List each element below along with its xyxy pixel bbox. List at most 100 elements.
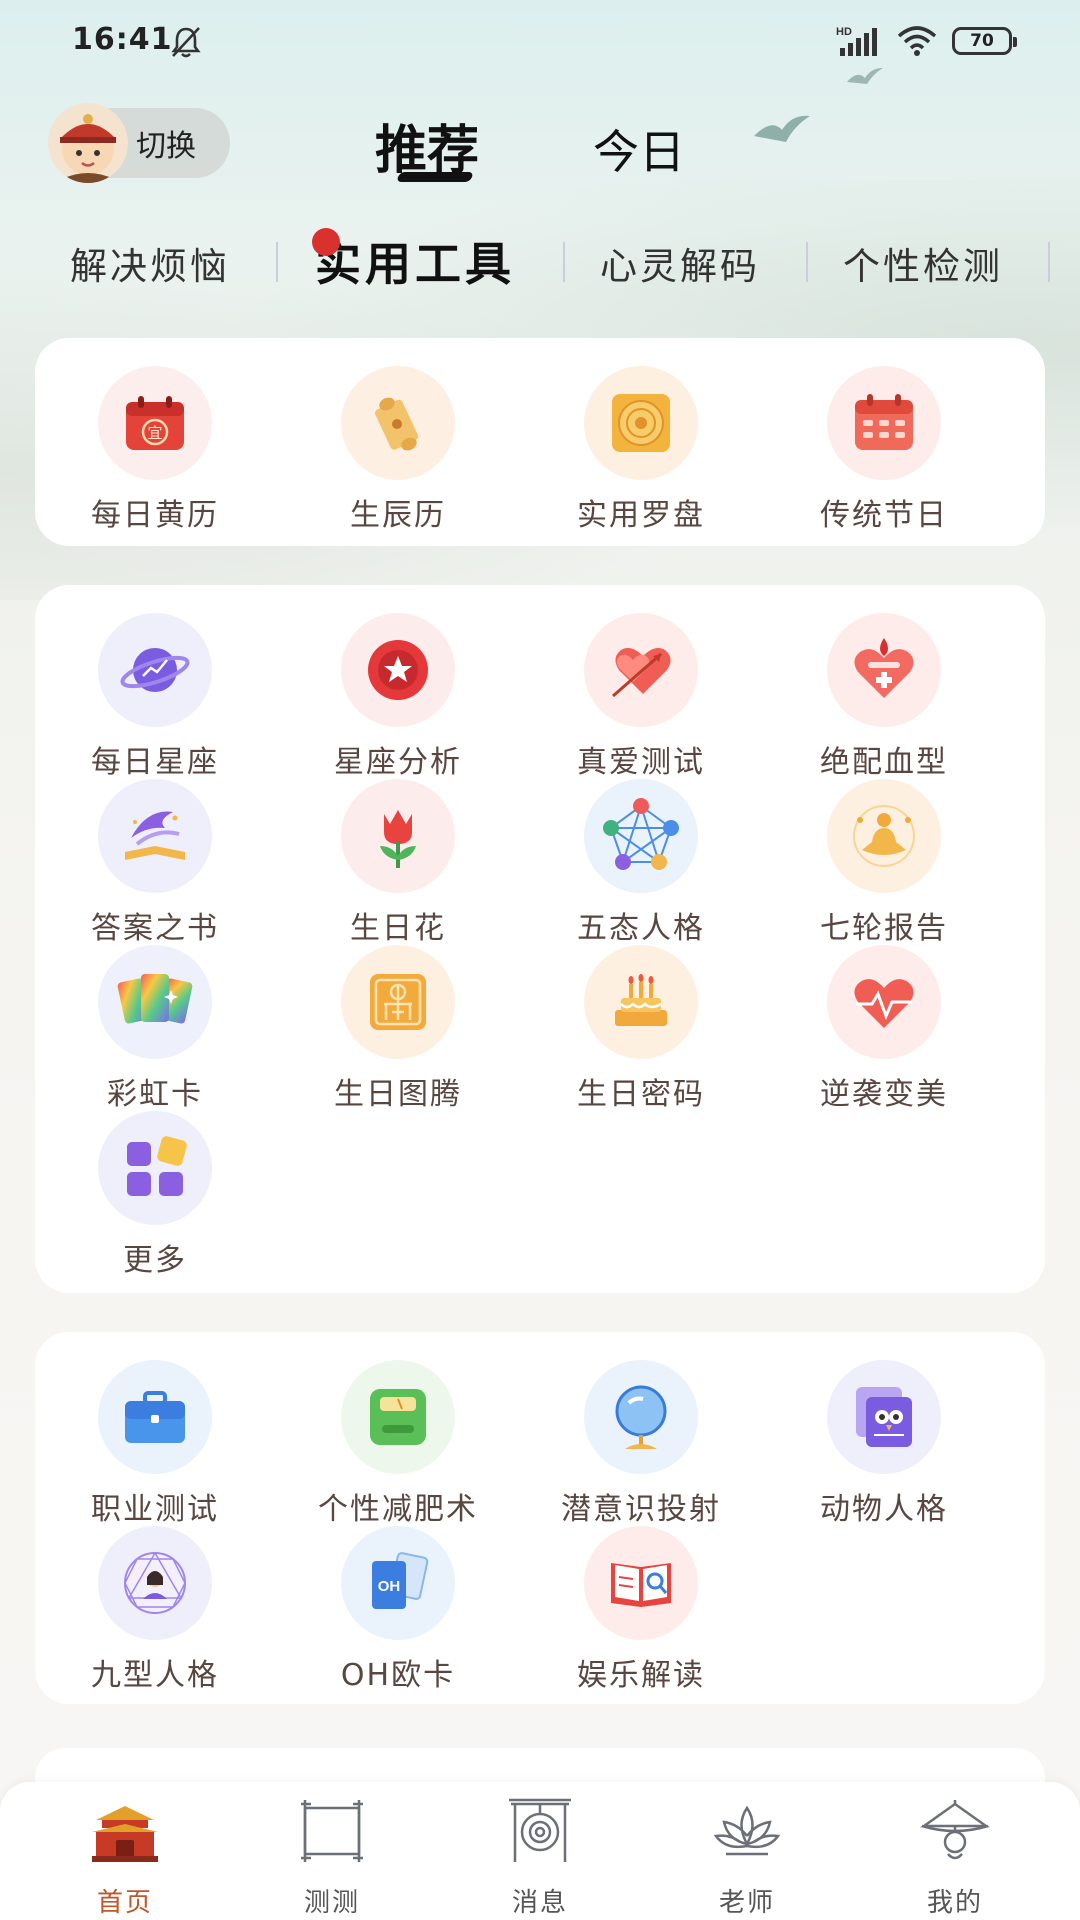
tool-chakra-report[interactable]: 七轮报告 [764, 779, 1004, 946]
tool-label: 彩虹卡 [107, 1077, 203, 1112]
subtab-heart-decode[interactable]: 心灵解码 [600, 236, 760, 290]
mirror-icon [584, 1360, 698, 1474]
tool-more[interactable]: 更多 [35, 1111, 275, 1278]
tool-birth-calendar[interactable]: 生辰历 [278, 366, 518, 533]
owl-icon [827, 1360, 941, 1474]
tool-label: 七轮报告 [820, 911, 948, 946]
tulip-icon [341, 779, 455, 893]
tool-label: 逆袭变美 [820, 1077, 948, 1112]
tool-label: 生辰历 [350, 498, 446, 533]
palace-icon [92, 1806, 158, 1862]
battery-indicator: 70 [952, 27, 1017, 55]
tool-label: 职业测试 [91, 1492, 219, 1527]
tool-birthday-flower[interactable]: 生日花 [278, 779, 518, 946]
tool-label: 每日黄历 [91, 498, 219, 533]
birthday-cake-icon [584, 945, 698, 1059]
totem-icon [341, 945, 455, 1059]
tool-personality-diet[interactable]: 个性减肥术 [278, 1360, 518, 1527]
tool-subconscious-projection[interactable]: 潜意识投射 [521, 1360, 761, 1527]
nav-label: 我的 [926, 1888, 983, 1918]
network-type: HD [836, 26, 852, 38]
tool-five-state-personality[interactable]: 五态人格 [521, 779, 761, 946]
bird-decoration [847, 68, 883, 84]
nav-home[interactable]: 首页 [50, 1796, 200, 1918]
nav-mine[interactable]: 我的 [880, 1796, 1030, 1918]
tool-horoscope-analysis[interactable]: 星座分析 [278, 613, 518, 780]
star-badge-icon [341, 613, 455, 727]
tool-animal-personality[interactable]: 动物人格 [764, 1360, 1004, 1527]
tool-entertainment-reading[interactable]: 娱乐解读 [521, 1526, 761, 1693]
heartbeat-icon [827, 945, 941, 1059]
astrology-tools-card: 每日星座 星座分析 真爱测试 绝配血型 答案之书 生日花 五态人格 七轮报告 彩… [35, 585, 1045, 1293]
svg-text:宜: 宜 [147, 424, 162, 442]
tool-career-test[interactable]: 职业测试 [35, 1360, 275, 1527]
tool-daily-horoscope[interactable]: 每日星座 [35, 613, 275, 780]
meditation-icon [827, 779, 941, 893]
tool-true-love-test[interactable]: 真爱测试 [521, 613, 761, 780]
heart-arrow-icon [584, 613, 698, 727]
nav-teacher[interactable]: 老师 [672, 1796, 822, 1918]
book-search-icon [584, 1526, 698, 1640]
blood-heart-icon [827, 613, 941, 727]
tab-divider [563, 242, 565, 282]
tool-label: 真爱测试 [577, 745, 705, 780]
tool-daily-almanac[interactable]: 宜 每日黄历 [35, 366, 275, 533]
enneagram-icon [98, 1526, 212, 1640]
tool-compass[interactable]: 实用罗盘 [521, 366, 761, 533]
tool-label: 生日密码 [577, 1077, 705, 1112]
planet-icon [98, 613, 212, 727]
tool-glow-up[interactable]: 逆袭变美 [764, 945, 1004, 1112]
tool-enneagram[interactable]: 九型人格 [35, 1526, 275, 1693]
tool-traditional-festival[interactable]: 传统节日 [764, 366, 1004, 533]
scroll-frame-icon [301, 1800, 363, 1862]
tool-book-of-answers[interactable]: 答案之书 [35, 779, 275, 946]
tool-blood-type-match[interactable]: 绝配血型 [764, 613, 1004, 780]
tool-label: 动物人格 [820, 1492, 948, 1527]
tool-label: 九型人格 [91, 1658, 219, 1693]
nav-test[interactable]: 测测 [257, 1796, 407, 1918]
signal-icon: HD [836, 26, 877, 56]
gong-icon [509, 1798, 571, 1862]
magic-book-icon [98, 779, 212, 893]
tab-divider [276, 242, 278, 282]
tool-label: 生日图腾 [334, 1077, 462, 1112]
subtab-practical-tools[interactable]: 实用工具 [315, 228, 515, 294]
briefcase-icon [98, 1360, 212, 1474]
tool-rainbow-cards[interactable]: 彩虹卡 [35, 945, 275, 1112]
tool-label: 每日星座 [91, 745, 219, 780]
nav-label: 消息 [511, 1888, 568, 1918]
tool-label: 传统节日 [820, 498, 948, 533]
tab-divider [1048, 242, 1050, 282]
svg-text:OH: OH [378, 1578, 401, 1595]
tab-today[interactable]: 今日 [593, 116, 685, 182]
switch-button[interactable]: 切换 [48, 103, 230, 183]
nav-label: 测测 [303, 1888, 360, 1918]
bird-decoration [754, 115, 810, 142]
tab-active-indicator [396, 172, 474, 182]
status-time: 16:41 [72, 22, 173, 57]
oh-cards-icon: OH [341, 1526, 455, 1640]
tool-label: OH欧卡 [340, 1658, 456, 1693]
basic-tools-card: 宜 每日黄历 生辰历 实用罗盘 传统节日 [35, 338, 1045, 546]
status-bar: 16:41 HD 70 [0, 0, 1080, 84]
tool-birthday-code[interactable]: 生日密码 [521, 945, 761, 1112]
tool-label: 个性减肥术 [318, 1492, 478, 1527]
category-tabs: 解决烦恼 实用工具 心灵解码 个性检测 [0, 222, 1080, 302]
tool-label: 潜意识投射 [561, 1492, 721, 1527]
network-icon [584, 779, 698, 893]
calendar-icon [827, 366, 941, 480]
tool-label: 答案之书 [91, 911, 219, 946]
tool-oh-cards[interactable]: OH OH欧卡 [278, 1526, 518, 1693]
tool-label: 实用罗盘 [577, 498, 705, 533]
tool-label: 更多 [123, 1243, 187, 1278]
almanac-icon: 宜 [98, 366, 212, 480]
tab-divider [806, 242, 808, 282]
tool-label: 娱乐解读 [577, 1658, 705, 1693]
subtab-solve-troubles[interactable]: 解决烦恼 [70, 236, 230, 290]
bell-muted-icon [171, 27, 201, 58]
tool-birthday-totem[interactable]: 生日图腾 [278, 945, 518, 1112]
subtab-personality-check[interactable]: 个性检测 [843, 236, 1003, 290]
compass-icon [584, 366, 698, 480]
nav-messages[interactable]: 消息 [465, 1796, 615, 1918]
scroll-icon [341, 366, 455, 480]
